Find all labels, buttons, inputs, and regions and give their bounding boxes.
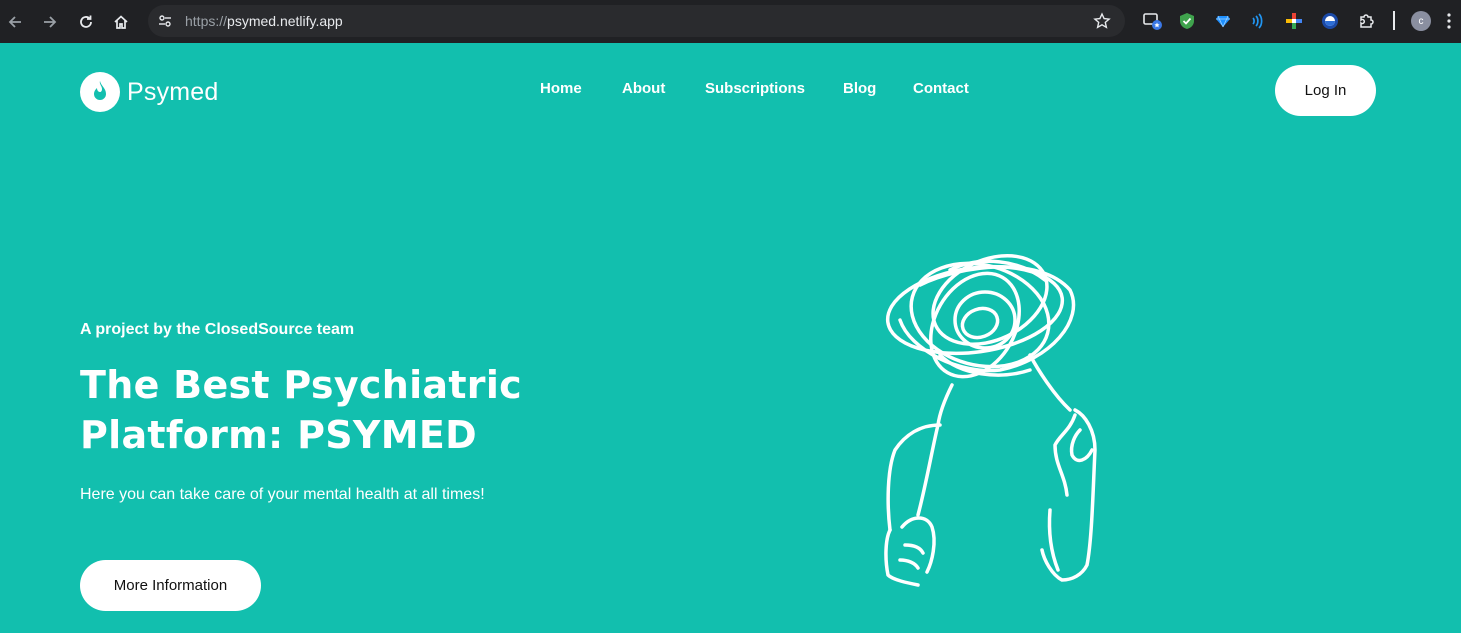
address-bar[interactable]: https://psymed.netlify.app [148, 5, 1125, 37]
login-button[interactable]: Log In [1275, 65, 1376, 116]
hero-subtext: Here you can take care of your mental he… [80, 486, 485, 503]
colorful-plus-extension-icon[interactable] [1284, 11, 1304, 31]
nav-blog[interactable]: Blog [843, 80, 876, 97]
reload-icon[interactable] [73, 9, 99, 35]
globe-extension-icon[interactable] [1320, 11, 1340, 31]
back-arrow-icon[interactable] [2, 9, 28, 35]
shield-extension-icon[interactable] [1177, 11, 1197, 31]
nav-about[interactable]: About [622, 80, 665, 97]
more-information-button[interactable]: More Information [80, 560, 261, 611]
nav-subscriptions[interactable]: Subscriptions [705, 80, 805, 97]
nav-home[interactable]: Home [540, 80, 582, 97]
nav-contact[interactable]: Contact [913, 80, 969, 97]
more-menu-icon[interactable] [1446, 11, 1452, 31]
hero-eyebrow: A project by the ClosedSource team [80, 321, 355, 338]
site-settings-icon[interactable] [157, 13, 173, 29]
extensions-puzzle-icon[interactable] [1357, 11, 1377, 31]
headline-line-1: The Best Psychiatric [80, 363, 522, 407]
toolbar-divider [1393, 11, 1395, 30]
headline-line-2: Platform: PSYMED [80, 413, 477, 457]
main-nav: Home About Subscriptions Blog Contact [0, 80, 1461, 100]
tab-search-extension-icon[interactable] [1143, 11, 1163, 31]
profile-avatar[interactable]: c [1411, 11, 1431, 31]
wireless-extension-icon[interactable] [1248, 11, 1268, 31]
browser-toolbar: https://psymed.netlify.app c [0, 0, 1461, 43]
hero-headline: The Best Psychiatric Platform: PSYMED [80, 360, 600, 460]
diamond-extension-icon[interactable] [1213, 11, 1233, 31]
bookmark-star-icon[interactable] [1093, 12, 1111, 30]
forward-arrow-icon[interactable] [37, 9, 63, 35]
url-text: https://psymed.netlify.app [185, 13, 343, 29]
tangled-head-illustration [884, 254, 1097, 587]
home-icon[interactable] [108, 9, 134, 35]
